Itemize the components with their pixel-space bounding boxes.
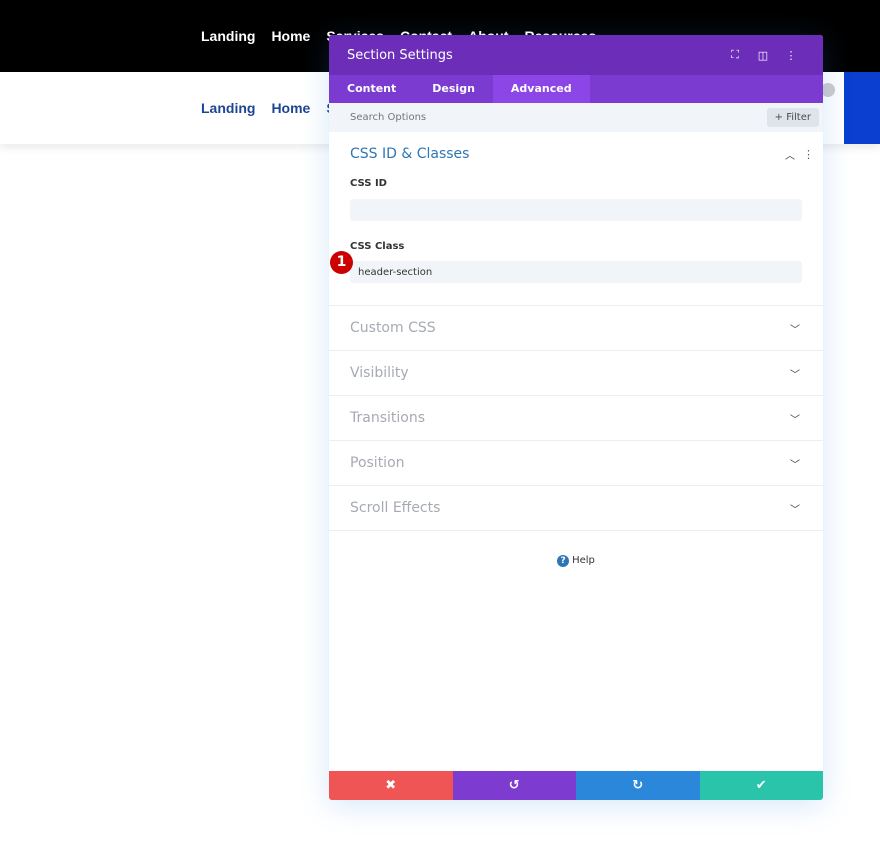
- help-link[interactable]: ? Help: [329, 555, 823, 567]
- section-settings-panel: Section Settings ⛶ ◫ ⋮ Content Design Ad…: [329, 35, 823, 800]
- section-custom-css[interactable]: Custom CSS ﹀: [329, 306, 823, 351]
- css-class-label: CSS Class: [350, 240, 405, 252]
- nav-link[interactable]: Home: [271, 100, 310, 116]
- fullscreen-icon[interactable]: ⛶: [721, 48, 749, 62]
- split-view-icon[interactable]: ◫: [749, 49, 777, 62]
- section-title: Position: [350, 455, 405, 471]
- cancel-button[interactable]: ✖: [329, 771, 453, 800]
- tab-content[interactable]: Content: [329, 75, 414, 103]
- section-position[interactable]: Position ﹀: [329, 441, 823, 486]
- css-id-input[interactable]: [350, 198, 802, 221]
- chevron-up-icon[interactable]: ︿: [783, 147, 797, 162]
- section-visibility[interactable]: Visibility ﹀: [329, 351, 823, 396]
- tab-design[interactable]: Design: [414, 75, 493, 103]
- nav-link[interactable]: Home: [271, 28, 310, 44]
- more-options-icon[interactable]: ⋮: [777, 49, 805, 62]
- chevron-down-icon[interactable]: ﹀: [788, 501, 802, 516]
- section-toggle[interactable]: CSS ID & Classes ︿ ⋮: [350, 132, 814, 176]
- section-title: CSS ID & Classes: [350, 146, 470, 162]
- chevron-down-icon[interactable]: ﹀: [788, 366, 802, 381]
- section-title: Custom CSS: [350, 320, 436, 336]
- close-icon[interactable]: [821, 83, 835, 97]
- css-class-input[interactable]: [350, 261, 802, 283]
- chevron-down-icon[interactable]: ﹀: [788, 321, 802, 336]
- section-title: Transitions: [350, 410, 425, 426]
- step-badge: 1: [330, 251, 353, 274]
- nav-link[interactable]: Landing: [201, 28, 255, 44]
- search-input[interactable]: [350, 112, 767, 123]
- header-accent-block: [844, 72, 880, 144]
- panel-tabs: Content Design Advanced: [329, 75, 823, 103]
- site-nav-light: Landing Home Se: [201, 100, 343, 116]
- nav-link[interactable]: Landing: [201, 100, 255, 116]
- redo-button[interactable]: ↻: [576, 771, 700, 800]
- css-id-label: CSS ID: [350, 178, 387, 189]
- section-scroll-effects[interactable]: Scroll Effects ﹀: [329, 486, 823, 531]
- chevron-down-icon[interactable]: ﹀: [788, 456, 802, 471]
- save-button[interactable]: ✔: [699, 771, 823, 800]
- section-css-id-classes: CSS ID & Classes ︿ ⋮ CSS ID CSS Class: [329, 132, 823, 306]
- chevron-down-icon[interactable]: ﹀: [788, 411, 802, 426]
- filter-button[interactable]: + Filter: [766, 108, 819, 127]
- section-title: Visibility: [350, 365, 409, 381]
- panel-title: Section Settings: [347, 47, 453, 63]
- section-title: Scroll Effects: [350, 500, 441, 516]
- tab-advanced[interactable]: Advanced: [492, 75, 590, 103]
- more-options-icon[interactable]: ⋮: [803, 148, 814, 161]
- search-bar: + Filter: [329, 103, 823, 132]
- section-transitions[interactable]: Transitions ﹀: [329, 396, 823, 441]
- panel-header: Section Settings ⛶ ◫ ⋮: [329, 35, 823, 75]
- undo-button[interactable]: ↺: [452, 771, 576, 800]
- help-label: Help: [572, 555, 595, 566]
- help-icon: ?: [557, 555, 570, 567]
- panel-footer: ✖ ↺ ↻ ✔: [329, 771, 823, 800]
